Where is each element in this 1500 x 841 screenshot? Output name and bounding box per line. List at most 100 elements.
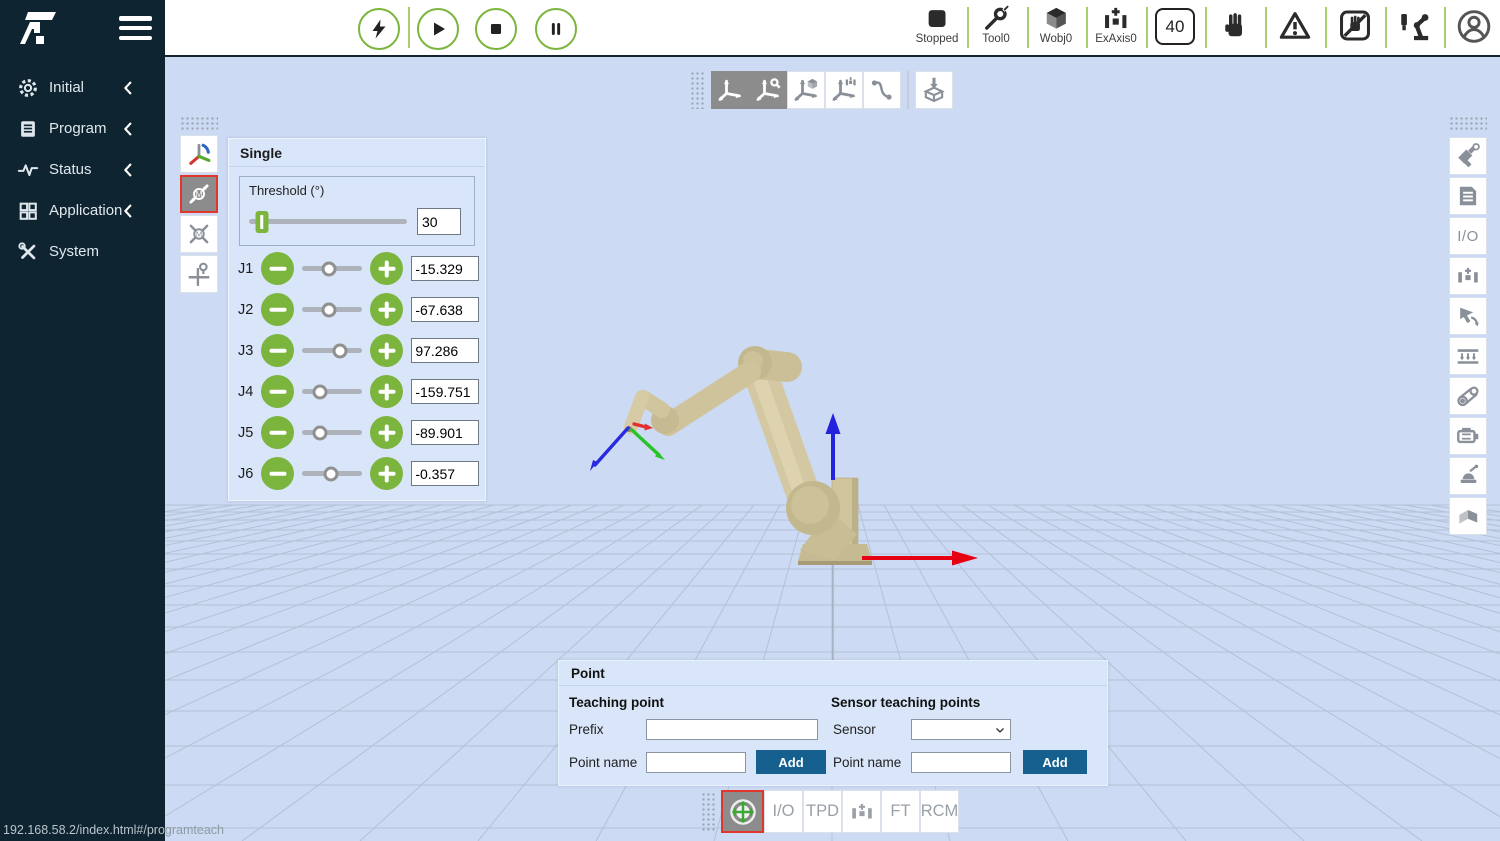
wobj-frame-button[interactable]: [787, 71, 825, 109]
joint-slider-thumb[interactable]: [322, 261, 337, 276]
signal-lamp-icon: [1456, 464, 1481, 489]
view-axes-button[interactable]: [180, 135, 218, 173]
belt-drive-button[interactable]: [1449, 377, 1487, 415]
robot-tool-button[interactable]: [1397, 9, 1431, 43]
power-bolt-button[interactable]: [358, 8, 400, 50]
multi-joint-jog-button[interactable]: [180, 215, 218, 253]
joint-value-input[interactable]: [411, 256, 479, 281]
pause-button[interactable]: [535, 8, 577, 50]
tool-selector[interactable]: Tool0: [982, 5, 1010, 45]
drill-tool-button[interactable]: [1449, 137, 1487, 175]
rcm-button[interactable]: RCM: [920, 790, 959, 833]
jog-minus-button[interactable]: [261, 457, 294, 490]
jog-minus-button[interactable]: [261, 334, 294, 367]
wobj-selector[interactable]: Wobj0: [1040, 5, 1072, 45]
grab-hand-button[interactable]: [1449, 297, 1487, 335]
sensor-select[interactable]: [911, 719, 1011, 740]
base-frame-button[interactable]: [711, 71, 749, 109]
jog-plus-button[interactable]: [370, 416, 403, 449]
exaxis-selector[interactable]: ExAxis0: [1095, 5, 1137, 45]
gripper-button[interactable]: [1449, 257, 1487, 295]
divider: [967, 7, 969, 48]
joint-value-input[interactable]: [411, 297, 479, 322]
joint-slider-thumb[interactable]: [322, 302, 337, 317]
add-teaching-point-button[interactable]: Add: [756, 750, 826, 774]
no-touch-mode-button[interactable]: [1339, 9, 1372, 42]
workpiece-plate-button[interactable]: [1449, 497, 1487, 535]
tpd-button[interactable]: TPD: [803, 790, 842, 833]
speed-setting[interactable]: 40: [1155, 5, 1195, 45]
alarm-button[interactable]: [1279, 10, 1311, 42]
threshold-input[interactable]: [417, 208, 461, 235]
jog-minus-button[interactable]: [261, 375, 294, 408]
joint-value-input[interactable]: [411, 461, 479, 486]
jog-plus-button[interactable]: [370, 293, 403, 326]
motor-button[interactable]: [1449, 417, 1487, 455]
status-pulse-icon: [17, 159, 39, 181]
jog-minus-button[interactable]: [261, 416, 294, 449]
add-sensor-point-button[interactable]: Add: [1023, 750, 1087, 774]
stop-button[interactable]: [475, 8, 517, 50]
single-joint-jog-button[interactable]: [180, 175, 218, 213]
drag-handle[interactable]: [690, 71, 705, 109]
sidebar-item-initial[interactable]: Initial: [0, 67, 165, 108]
user-account-button[interactable]: [1456, 8, 1493, 45]
joint-slider-thumb[interactable]: [323, 466, 338, 481]
threshold-slider-thumb[interactable]: [255, 211, 268, 233]
jog-minus-button[interactable]: [261, 252, 294, 285]
menu-hamburger-icon[interactable]: [119, 16, 152, 40]
joint-value-input[interactable]: [411, 379, 479, 404]
io-panel-button[interactable]: I/O: [1449, 217, 1487, 255]
document-button[interactable]: [1449, 177, 1487, 215]
jog-plus-button[interactable]: [370, 457, 403, 490]
frame-toolbar: [690, 71, 953, 109]
import-model-button[interactable]: [915, 71, 953, 109]
ft-button[interactable]: FT: [881, 790, 920, 833]
sidebar-item-program[interactable]: Program: [0, 108, 165, 149]
signal-lamp-button[interactable]: [1449, 457, 1487, 495]
move-to-point-button[interactable]: [180, 255, 218, 293]
speed-value[interactable]: 40: [1155, 8, 1195, 45]
robot-tool-icon: [1397, 9, 1431, 43]
drag-handle[interactable]: [180, 116, 218, 131]
joint-slider[interactable]: [302, 266, 362, 271]
sidebar-item-application[interactable]: Application: [0, 190, 165, 231]
divider: [1146, 7, 1148, 48]
teach-target-button[interactable]: [721, 790, 764, 833]
tool-frame-button[interactable]: [749, 71, 787, 109]
jog-minus-button[interactable]: [261, 293, 294, 326]
drag-handle[interactable]: [701, 792, 716, 832]
joint-slider-thumb[interactable]: [313, 425, 328, 440]
joint-slider[interactable]: [302, 471, 362, 476]
point-name-input[interactable]: [646, 752, 746, 773]
sidebar-item-label: Program: [49, 120, 107, 137]
joint-slider[interactable]: [302, 430, 362, 435]
sidebar-item-system[interactable]: System: [0, 231, 165, 272]
manual-mode-button[interactable]: [1220, 10, 1250, 40]
jog-plus-button[interactable]: [370, 252, 403, 285]
jog-plus-button[interactable]: [370, 334, 403, 367]
joint-slider[interactable]: [302, 389, 362, 394]
joint-value-input[interactable]: [411, 420, 479, 445]
chevron-left-icon: [120, 162, 136, 178]
play-button[interactable]: [417, 8, 459, 50]
io-teach-button[interactable]: I/O: [764, 790, 803, 833]
drag-handle[interactable]: [1449, 116, 1487, 131]
tpd-label: TPD: [806, 802, 839, 821]
conveyor-button[interactable]: [1449, 337, 1487, 375]
joint-slider-thumb[interactable]: [332, 343, 347, 358]
prefix-input[interactable]: [646, 719, 818, 740]
joint-slider[interactable]: [302, 348, 362, 353]
browser-status-url: 192.168.58.2/index.html#/programteach: [3, 823, 224, 837]
sensor-point-name-input[interactable]: [911, 752, 1011, 773]
threshold-slider[interactable]: [249, 219, 407, 224]
exaxis-frame-button[interactable]: [825, 71, 863, 109]
panel-title: Single: [229, 139, 485, 167]
trajectory-button[interactable]: [863, 71, 901, 109]
joint-slider[interactable]: [302, 307, 362, 312]
jog-plus-button[interactable]: [370, 375, 403, 408]
joint-value-input[interactable]: [411, 338, 479, 363]
joint-slider-thumb[interactable]: [313, 384, 328, 399]
sidebar-item-status[interactable]: Status: [0, 149, 165, 190]
gripper-teach-button[interactable]: [842, 790, 881, 833]
